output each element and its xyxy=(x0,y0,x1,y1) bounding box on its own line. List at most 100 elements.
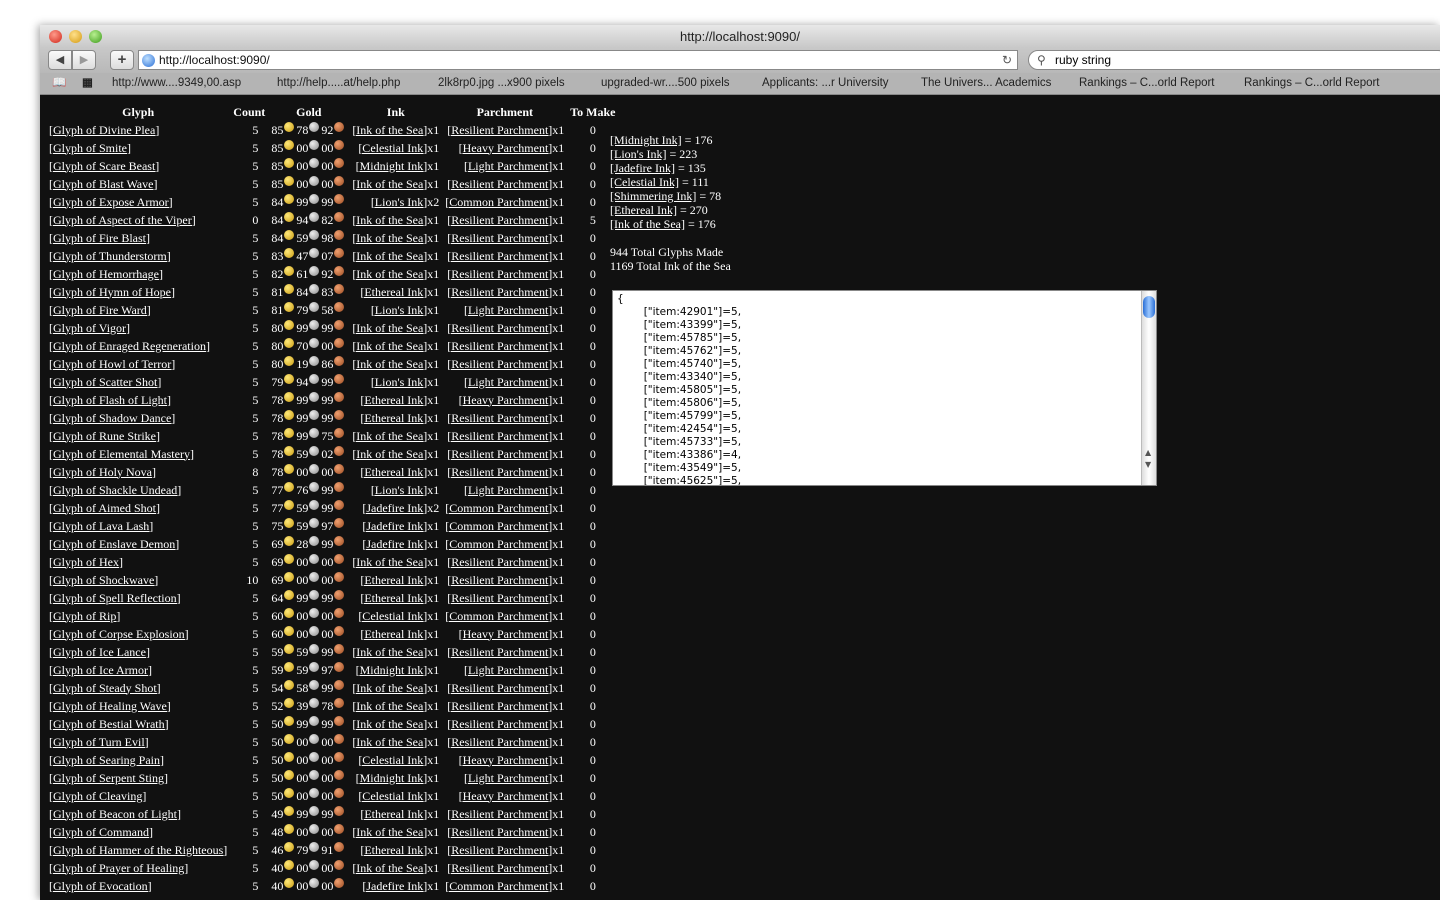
glyph-link[interactable]: [Glyph of Shackle Undead] xyxy=(49,483,181,497)
reload-icon[interactable]: ↻ xyxy=(1002,51,1012,69)
parchment-link[interactable]: [Resilient Parchment] xyxy=(447,213,552,227)
parchment-link[interactable]: [Resilient Parchment] xyxy=(447,339,552,353)
ink-link[interactable]: [Lion's Ink] xyxy=(371,303,427,317)
ink-link[interactable]: [Ethereal Ink] xyxy=(360,591,427,605)
parchment-link[interactable]: [Resilient Parchment] xyxy=(447,807,552,821)
ink-link[interactable]: [Jadefire Ink] xyxy=(362,501,427,515)
parchment-link[interactable]: [Resilient Parchment] xyxy=(447,411,552,425)
glyph-link[interactable]: [Glyph of Rip] xyxy=(49,609,120,623)
glyph-link[interactable]: [Glyph of Vigor] xyxy=(49,321,130,335)
parchment-link[interactable]: [Common Parchment] xyxy=(445,501,552,515)
parchment-link[interactable]: [Light Parchment] xyxy=(464,303,552,317)
ink-link[interactable]: [Ink of the Sea] xyxy=(352,447,427,461)
glyph-link[interactable]: [Glyph of Beacon of Light] xyxy=(49,807,181,821)
bookmark-item[interactable]: 2lk8rp0.jpg ...x900 pixels xyxy=(438,73,565,94)
parchment-link[interactable]: [Resilient Parchment] xyxy=(447,573,552,587)
parchment-link[interactable]: [Resilient Parchment] xyxy=(447,267,552,281)
glyph-link[interactable]: [Glyph of Aimed Shot] xyxy=(49,501,160,515)
glyph-link[interactable]: [Glyph of Fire Blast] xyxy=(49,231,150,245)
glyph-link[interactable]: [Glyph of Aspect of the Viper] xyxy=(49,213,196,227)
glyph-link[interactable]: [Glyph of Hammer of the Righteous] xyxy=(49,843,227,857)
ink-link[interactable]: [Ink of the Sea] xyxy=(352,357,427,371)
ink-link[interactable]: [Ethereal Ink] xyxy=(360,393,427,407)
ink-link[interactable]: [Lion's Ink] xyxy=(371,375,427,389)
bookmark-item[interactable]: upgraded-wr....500 pixels xyxy=(601,73,730,94)
parchment-link[interactable]: [Common Parchment] xyxy=(445,195,552,209)
parchment-link[interactable]: [Common Parchment] xyxy=(445,537,552,551)
parchment-link[interactable]: [Resilient Parchment] xyxy=(447,249,552,263)
parchment-link[interactable]: [Resilient Parchment] xyxy=(447,231,552,245)
glyph-link[interactable]: [Glyph of Turn Evil] xyxy=(49,735,149,749)
glyph-link[interactable]: [Glyph of Serpent Sting] xyxy=(49,771,168,785)
parchment-link[interactable]: [Resilient Parchment] xyxy=(447,465,552,479)
zoom-button[interactable] xyxy=(89,30,102,43)
glyph-link[interactable]: [Glyph of Hemorrhage] xyxy=(49,267,163,281)
parchment-link[interactable]: [Resilient Parchment] xyxy=(447,681,552,695)
ink-link[interactable]: [Ink of the Sea] xyxy=(352,645,427,659)
parchment-link[interactable]: [Resilient Parchment] xyxy=(447,555,552,569)
bookmark-item[interactable]: Rankings – C...orld Report xyxy=(1079,73,1215,94)
parchment-link[interactable]: [Common Parchment] xyxy=(445,879,552,893)
parchment-link[interactable]: [Resilient Parchment] xyxy=(447,591,552,605)
parchment-link[interactable]: [Light Parchment] xyxy=(464,159,552,173)
bookmark-item[interactable]: The Univers... Academics xyxy=(921,73,1051,94)
glyph-link[interactable]: [Glyph of Prayer of Healing] xyxy=(49,861,188,875)
glyph-link[interactable]: [Glyph of Fire Ward] xyxy=(49,303,151,317)
ink-link[interactable]: [Midnight Ink] xyxy=(356,159,428,173)
glyph-link[interactable]: [Glyph of Evocation] xyxy=(49,879,152,893)
glyph-link[interactable]: [Glyph of Rune Strike] xyxy=(49,429,160,443)
ink-link[interactable]: [Ethereal Ink] xyxy=(360,807,427,821)
parchment-link[interactable]: [Heavy Parchment] xyxy=(459,789,553,803)
ink-total-link[interactable]: [Ink of the Sea] xyxy=(610,217,685,231)
top-sites-icon[interactable]: ▦ xyxy=(82,73,93,94)
scrollbar-thumb[interactable] xyxy=(1143,296,1155,318)
ink-total-link[interactable]: [Shimmering Ink] xyxy=(610,189,696,203)
ink-link[interactable]: [Ink of the Sea] xyxy=(352,213,427,227)
glyph-link[interactable]: [Glyph of Enraged Regeneration] xyxy=(49,339,210,353)
glyph-link[interactable]: [Glyph of Cleaving] xyxy=(49,789,146,803)
parchment-link[interactable]: [Heavy Parchment] xyxy=(459,393,553,407)
glyph-link[interactable]: [Glyph of Elemental Mastery] xyxy=(49,447,194,461)
glyph-link[interactable]: [Glyph of Bestial Wrath] xyxy=(49,717,169,731)
ink-link[interactable]: [Celestial Ink] xyxy=(358,609,427,623)
glyph-link[interactable]: [Glyph of Hymn of Hope] xyxy=(49,285,175,299)
parchment-link[interactable]: [Resilient Parchment] xyxy=(447,645,552,659)
scroll-down-icon[interactable]: ▼ xyxy=(1145,458,1151,471)
parchment-link[interactable]: [Resilient Parchment] xyxy=(447,699,552,713)
add-bookmark-button[interactable]: + xyxy=(110,50,134,70)
ink-total-link[interactable]: [Midnight Ink] xyxy=(610,133,682,147)
glyph-link[interactable]: [Glyph of Hex] xyxy=(49,555,123,569)
ink-link[interactable]: [Celestial Ink] xyxy=(358,141,427,155)
reading-list-icon[interactable]: 📖 xyxy=(52,73,66,94)
parchment-link[interactable]: [Light Parchment] xyxy=(464,771,552,785)
parchment-link[interactable]: [Common Parchment] xyxy=(445,609,552,623)
ink-link[interactable]: [Ink of the Sea] xyxy=(352,429,427,443)
bookmark-item[interactable]: Applicants: ...r University xyxy=(762,73,889,94)
ink-link[interactable]: [Ethereal Ink] xyxy=(360,285,427,299)
glyph-link[interactable]: [Glyph of Spell Reflection] xyxy=(49,591,181,605)
glyph-link[interactable]: [Glyph of Command] xyxy=(49,825,153,839)
glyph-link[interactable]: [Glyph of Howl of Terror] xyxy=(49,357,175,371)
ink-total-link[interactable]: [Ethereal Ink] xyxy=(610,203,677,217)
parchment-link[interactable]: [Resilient Parchment] xyxy=(447,447,552,461)
ink-link[interactable]: [Ink of the Sea] xyxy=(352,825,427,839)
glyph-link[interactable]: [Glyph of Flash of Light] xyxy=(49,393,171,407)
glyph-link[interactable]: [Glyph of Divine Plea] xyxy=(49,123,159,137)
parchment-link[interactable]: [Resilient Parchment] xyxy=(447,825,552,839)
ink-link[interactable]: [Ink of the Sea] xyxy=(352,735,427,749)
ink-link[interactable]: [Jadefire Ink] xyxy=(362,879,427,893)
bookmark-item[interactable]: Rankings – C...orld Report xyxy=(1244,73,1380,94)
parchment-link[interactable]: [Resilient Parchment] xyxy=(447,357,552,371)
glyph-link[interactable]: [Glyph of Ice Lance] xyxy=(49,645,150,659)
search-field[interactable]: ⚲ ruby string xyxy=(1028,50,1440,70)
parchment-link[interactable]: [Resilient Parchment] xyxy=(447,735,552,749)
close-button[interactable] xyxy=(49,30,62,43)
ink-total-link[interactable]: [Celestial Ink] xyxy=(610,175,679,189)
bookmark-item[interactable]: http://help.....at/help.php xyxy=(277,73,400,94)
parchment-link[interactable]: [Resilient Parchment] xyxy=(447,717,552,731)
bookmark-item[interactable]: http://www....9349,00.asp xyxy=(112,73,241,94)
ink-link[interactable]: [Ink of the Sea] xyxy=(352,231,427,245)
ink-link[interactable]: [Ink of the Sea] xyxy=(352,249,427,263)
ink-link[interactable]: [Celestial Ink] xyxy=(358,753,427,767)
parchment-link[interactable]: [Resilient Parchment] xyxy=(447,177,552,191)
